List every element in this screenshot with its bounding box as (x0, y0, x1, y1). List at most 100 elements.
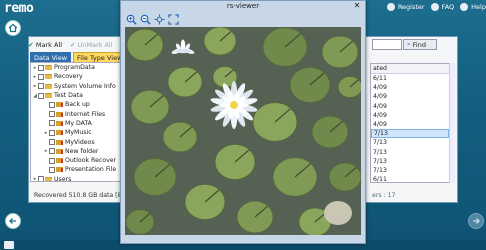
tree-item-label: Test Data (54, 92, 83, 100)
recovered-status: Recovered 510.8 GB data [8947 (34, 192, 134, 199)
tree-item[interactable]: ▸ New folder (31, 147, 121, 156)
top-menu: Register FAQ Help (386, 0, 486, 14)
tree-checkbox[interactable] (38, 83, 44, 90)
viewer-image (125, 27, 361, 235)
folder-tree: ▸ ProgramData ▸ Recovery ▸ System Volume Info… (30, 62, 122, 182)
folder-icon (56, 111, 63, 117)
tree-item[interactable]: ▸ System Volume Info (31, 82, 121, 91)
tree-item-label: Recovery (54, 73, 83, 81)
list-item[interactable]: 4/09 (371, 102, 449, 111)
menu-register[interactable]: Register (386, 3, 425, 11)
back-button[interactable] (5, 213, 21, 229)
tree-item-label: Internet Files (65, 110, 106, 118)
list-item[interactable]: 7/13 (371, 129, 449, 139)
zoom-out-button[interactable] (140, 14, 151, 25)
folder-icon (56, 130, 63, 136)
list-item[interactable]: 4/09 (371, 111, 449, 120)
search-icon: ⌕ (407, 40, 411, 48)
folder-icon (56, 139, 63, 145)
tree-item[interactable]: ▸ MyMusic (31, 128, 121, 137)
close-button[interactable]: ✕ (353, 1, 361, 11)
tree-item-label: Users (54, 175, 72, 182)
folder-icon (56, 158, 63, 164)
actual-size-button[interactable] (168, 13, 179, 25)
tree-item-label: MyMusic (65, 129, 92, 137)
unmark-all-label: UnMark All (77, 40, 113, 49)
tree-item[interactable]: ◢ Test Data (31, 91, 121, 100)
image-viewer-window: rs-viewer ✕ (120, 0, 366, 244)
list-item[interactable]: 7/13 (371, 138, 449, 147)
tree-item[interactable]: ▸ Recovery (31, 72, 121, 81)
lily-pad (337, 76, 361, 98)
tree-item-label: Outlook Recover (65, 157, 117, 165)
tree-item-label: Back up (65, 101, 90, 109)
tree-checkbox[interactable] (49, 120, 55, 127)
tree-item[interactable]: ▸ Users (31, 175, 121, 182)
tree-checkbox[interactable] (49, 111, 55, 118)
tree-item[interactable]: Internet Files (31, 109, 121, 118)
zoom-in-icon (126, 14, 137, 25)
zoom-in-button[interactable] (126, 14, 137, 25)
menu-help[interactable]: Help (460, 3, 486, 11)
menu-faq[interactable]: FAQ (430, 3, 454, 11)
list-item[interactable]: 6/11 (371, 175, 449, 184)
tree-checkbox[interactable] (49, 148, 55, 155)
tree-item[interactable]: Back up (31, 100, 121, 109)
tree-item-label: New folder (65, 147, 99, 155)
list-item[interactable]: 4/09 (371, 92, 449, 101)
tree-item[interactable]: Outlook Recover (31, 156, 121, 165)
folder-icon (45, 93, 52, 99)
folder-icon (56, 102, 63, 108)
unmark-all-button[interactable]: ✔ UnMark All (70, 41, 112, 49)
tree-checkbox[interactable] (38, 64, 44, 71)
mark-toolbar: ✔ Mark All ✔ UnMark All (28, 38, 113, 51)
uncheck-icon: ✔ (70, 40, 76, 49)
tree-item-label: ProgramData (54, 64, 95, 72)
tree-checkbox[interactable] (49, 101, 55, 108)
home-icon (8, 23, 18, 33)
menu-label: Help (471, 3, 486, 11)
tree-item[interactable]: Presentation File (31, 165, 121, 174)
tree-item[interactable]: My DATA (31, 119, 121, 128)
tree-item[interactable]: MyVideos (31, 137, 121, 146)
folder-icon (56, 148, 63, 154)
lily-pad (203, 27, 237, 56)
tree-item[interactable]: ▸ ProgramData (31, 63, 121, 72)
fit-to-window-button[interactable] (154, 13, 165, 25)
list-item[interactable]: 7/13 (371, 166, 449, 175)
folder-icon (56, 167, 63, 173)
tree-checkbox[interactable] (49, 166, 55, 173)
tree-checkbox[interactable] (38, 176, 44, 181)
list-item[interactable]: 6/11 (371, 74, 449, 83)
viewer-title: rs-viewer (226, 2, 260, 10)
help-book-icon (430, 3, 439, 11)
tree-checkbox[interactable] (38, 73, 44, 80)
column-header-date[interactable]: ated (371, 64, 449, 74)
zoom-out-icon (140, 14, 151, 25)
find-button[interactable]: ⌕ Find (403, 39, 437, 50)
list-item[interactable]: 7/13 (371, 148, 449, 157)
arrow-left-icon (9, 218, 16, 224)
tree-checkbox[interactable] (38, 92, 44, 99)
search-input[interactable] (372, 39, 402, 50)
file-list-scrollbar[interactable] (449, 63, 455, 183)
tree-checkbox[interactable] (49, 157, 55, 164)
water-lily-photo (125, 27, 361, 235)
remo-logo: remo (4, 1, 34, 16)
tree-checkbox[interactable] (49, 139, 55, 146)
list-item[interactable]: 7/13 (371, 157, 449, 166)
feedback-icon[interactable] (4, 241, 14, 249)
tree-checkbox[interactable] (49, 129, 55, 136)
mark-all-button[interactable]: ✔ Mark All (28, 41, 62, 49)
mark-all-label: Mark All (35, 40, 63, 49)
home-button[interactable] (5, 20, 21, 36)
arrow-right-icon (473, 218, 480, 224)
next-button[interactable] (468, 213, 484, 229)
tree-item-label: MyVideos (65, 138, 95, 146)
fit-to-window-icon (154, 13, 165, 25)
list-item[interactable]: 4/09 (371, 83, 449, 92)
key-icon (386, 3, 395, 11)
folder-icon (45, 176, 52, 181)
find-label: Find (412, 40, 426, 49)
list-item[interactable]: 4/09 (371, 120, 449, 129)
